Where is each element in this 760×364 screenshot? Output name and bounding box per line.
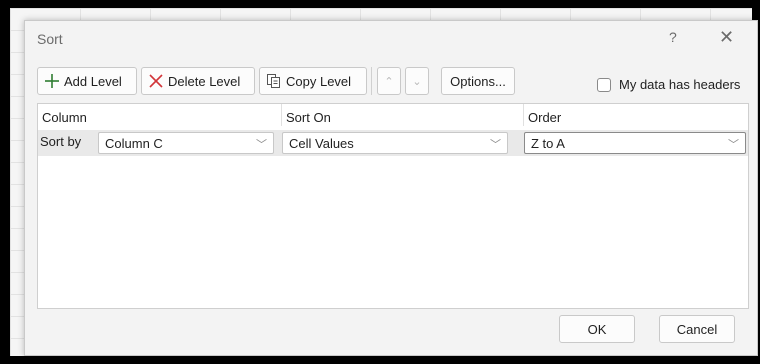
my-data-has-headers-label: My data has headers <box>619 77 741 92</box>
sort-on-select-value: Cell Values <box>289 136 354 151</box>
column-select[interactable]: Column C ﹀ <box>98 132 274 154</box>
sort-by-label: Sort by <box>40 134 82 149</box>
sort-dialog: Sort ? ✕ Add Level Delete Level Copy Lev… <box>24 20 758 356</box>
delete-level-label: Delete Level <box>168 73 241 89</box>
plus-icon <box>45 74 59 88</box>
checkbox-box[interactable] <box>597 77 611 92</box>
dialog-title: Sort <box>37 31 63 47</box>
copy-level-button[interactable]: Copy Level <box>259 67 367 95</box>
add-level-label: Add Level <box>64 73 122 89</box>
my-data-has-headers-checkbox[interactable]: My data has headers <box>597 77 740 92</box>
help-button[interactable]: ? <box>669 29 677 45</box>
cancel-button[interactable]: Cancel <box>659 315 735 343</box>
ok-label: OK <box>587 321 607 337</box>
copy-icon <box>267 74 280 88</box>
chevron-up-icon: ⌃ <box>384 75 394 88</box>
copy-level-label: Copy Level <box>286 73 352 89</box>
move-down-button[interactable]: ⌄ <box>405 67 429 95</box>
column-header: Column <box>42 110 87 125</box>
column-divider <box>281 104 282 126</box>
sort-on-header: Sort On <box>286 110 331 125</box>
order-select-value: Z to A <box>531 136 565 151</box>
chevron-down-icon: ﹀ <box>256 139 267 151</box>
move-up-button[interactable]: ⌃ <box>377 67 401 95</box>
sort-level-row[interactable]: Sort by Column C ﹀ Cell Values ﹀ Z to A … <box>38 130 748 156</box>
chevron-down-icon: ﹀ <box>490 139 501 151</box>
order-header: Order <box>528 110 562 125</box>
close-button[interactable]: ✕ <box>719 28 734 46</box>
chevron-down-icon: ﹀ <box>728 139 739 151</box>
chevron-down-icon: ⌄ <box>412 75 422 88</box>
options-label: Options... <box>450 73 506 89</box>
sort-levels-grid: Column Sort On Order Sort by Column C ﹀ … <box>37 103 749 309</box>
ok-button[interactable]: OK <box>559 315 635 343</box>
options-button[interactable]: Options... <box>441 67 515 95</box>
delete-level-button[interactable]: Delete Level <box>141 67 255 95</box>
order-select[interactable]: Z to A ﹀ <box>524 132 746 154</box>
cancel-label: Cancel <box>676 321 718 337</box>
column-divider <box>523 104 524 126</box>
delete-x-icon <box>149 74 163 88</box>
toolbar-separator <box>371 67 372 95</box>
add-level-button[interactable]: Add Level <box>37 67 137 95</box>
sort-on-select[interactable]: Cell Values ﹀ <box>282 132 508 154</box>
column-select-value: Column C <box>105 136 163 151</box>
